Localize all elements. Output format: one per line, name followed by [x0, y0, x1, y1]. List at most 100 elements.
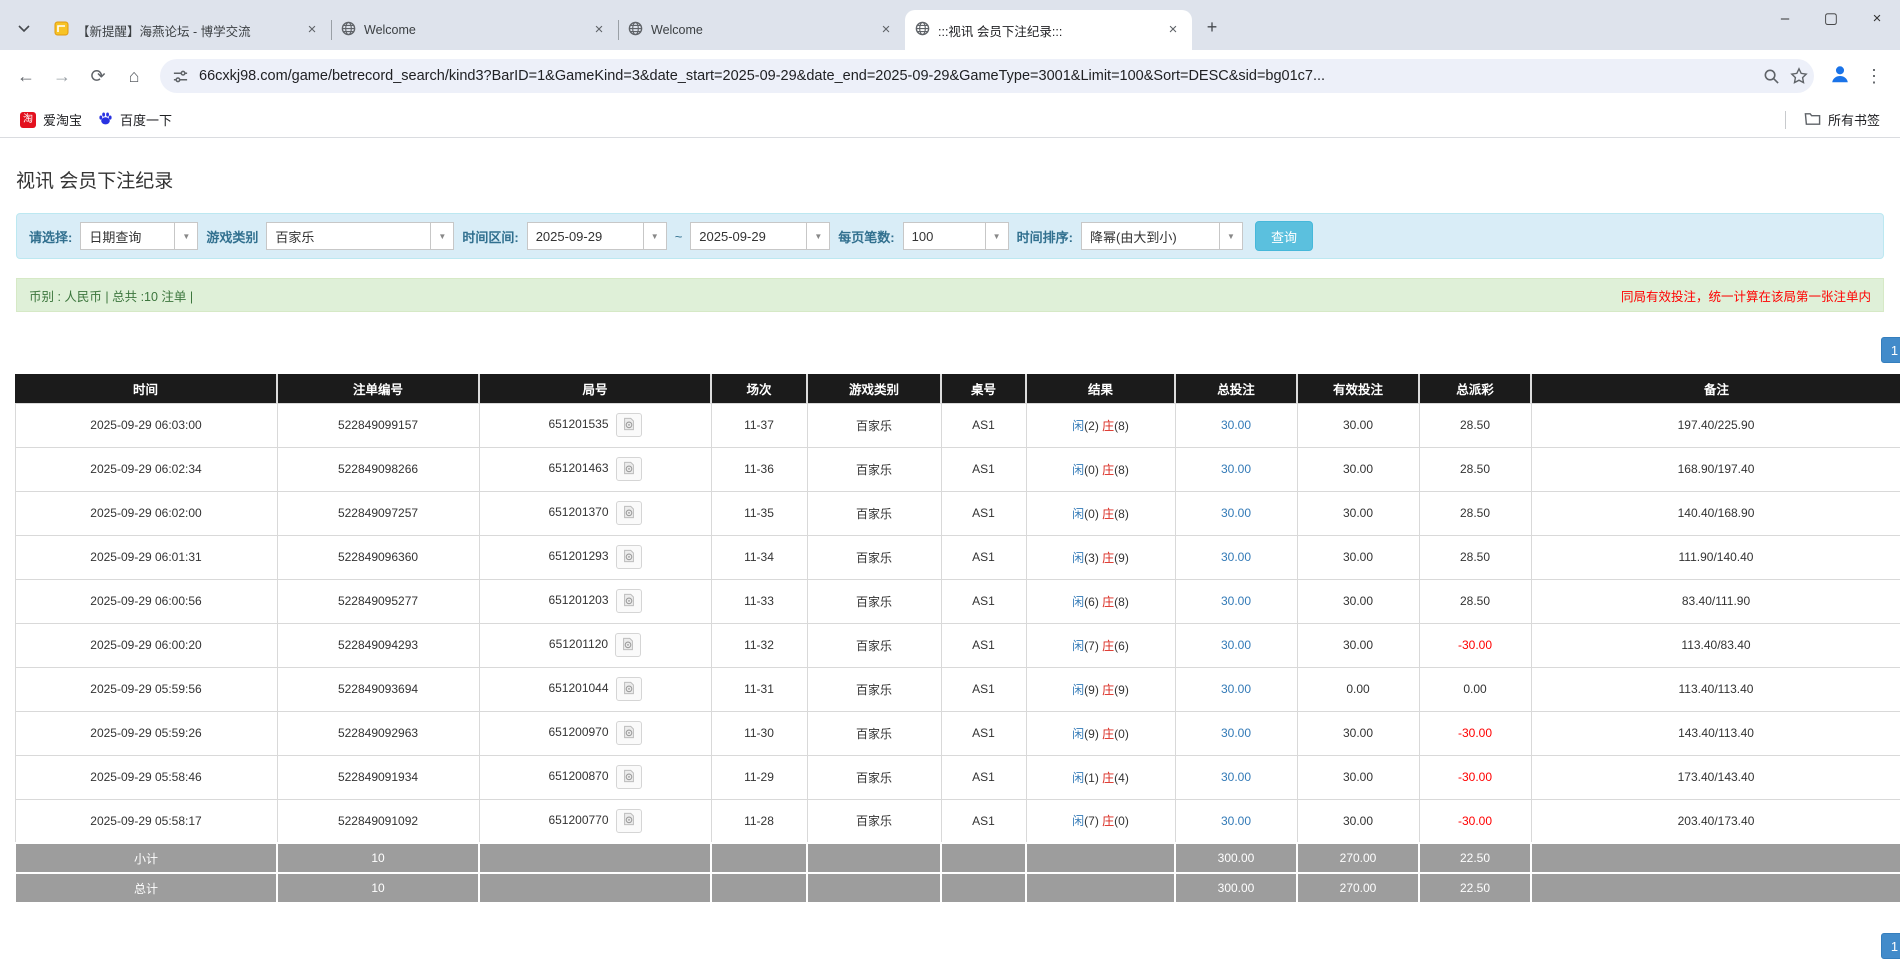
result-player-score: (7) [1084, 639, 1102, 653]
tab-close-icon[interactable]: × [590, 21, 608, 39]
total-bet-link[interactable]: 30.00 [1221, 462, 1251, 476]
total-bet-link[interactable]: 30.00 [1221, 638, 1251, 652]
profile-avatar[interactable] [1824, 60, 1856, 92]
date-start-select[interactable]: 2025-09-29 ▼ [527, 222, 667, 250]
result-banker-label: 庄 [1102, 507, 1114, 521]
chevron-down-icon[interactable]: ▼ [806, 223, 829, 249]
browser-tab-forum[interactable]: 【新提醒】海燕论坛 - 博学交流 × [44, 10, 331, 50]
total-bet-link[interactable]: 30.00 [1221, 682, 1251, 696]
cell-valid-bet: 30.00 [1297, 403, 1419, 447]
tab-search-chevron-icon[interactable] [10, 14, 38, 42]
browser-tab-welcome-2[interactable]: Welcome × [618, 10, 905, 50]
video-replay-icon[interactable] [616, 413, 642, 437]
window-minimize-icon[interactable]: – [1762, 0, 1808, 36]
globe-icon [915, 21, 930, 39]
reload-icon[interactable]: ⟳ [82, 60, 114, 92]
total-bet-link[interactable]: 30.00 [1221, 506, 1251, 520]
forward-icon[interactable]: → [46, 60, 78, 92]
total-bet-link[interactable]: 30.00 [1221, 594, 1251, 608]
game-type-select[interactable]: 百家乐 ▼ [266, 222, 454, 250]
new-tab-button[interactable]: + [1198, 13, 1226, 41]
cell-total-bet: 30.00 [1175, 403, 1297, 447]
summary-bar: 币别 : 人民币 | 总共 :10 注单 | 同局有效投注，统一计算在该局第一张… [16, 278, 1884, 312]
site-settings-tune-icon[interactable] [172, 68, 189, 85]
cell-result: 闲(1) 庄(4) [1026, 755, 1175, 799]
video-replay-icon[interactable] [616, 765, 642, 789]
chevron-down-icon[interactable]: ▼ [985, 223, 1008, 249]
taobao-icon: 淘 [20, 112, 36, 128]
result-player-label: 闲 [1072, 507, 1084, 521]
round-number: 651201203 [548, 593, 608, 607]
table-row: 2025-09-29 06:00:20522849094293651201120… [15, 623, 1900, 667]
window-maximize-icon[interactable]: ▢ [1808, 0, 1854, 36]
chevron-down-icon[interactable]: ▼ [174, 223, 197, 249]
result-player-score: (9) [1084, 683, 1102, 697]
video-replay-icon[interactable] [616, 809, 642, 833]
date-end-select[interactable]: 2025-09-29 ▼ [690, 222, 830, 250]
page-size-select[interactable]: 100 ▼ [903, 222, 1009, 250]
query-type-select[interactable]: 日期查询 ▼ [80, 222, 198, 250]
round-number: 651201120 [549, 637, 608, 651]
total-bet-link[interactable]: 30.00 [1221, 814, 1251, 828]
video-replay-icon[interactable] [616, 721, 642, 745]
chevron-down-icon[interactable]: ▼ [1219, 223, 1242, 249]
total-bet-link[interactable]: 30.00 [1221, 418, 1251, 432]
total-bet-link[interactable]: 30.00 [1221, 550, 1251, 564]
table-row: 2025-09-29 06:02:34522849098266651201463… [15, 447, 1900, 491]
bookmark-aitaobao[interactable]: 淘 爱淘宝 [12, 106, 90, 133]
payout-value: -30.00 [1458, 770, 1492, 784]
tab-close-icon[interactable]: × [303, 21, 321, 39]
tab-close-icon[interactable]: × [1164, 21, 1182, 39]
date-range-separator: ~ [675, 229, 683, 244]
cell-payout: -30.00 [1419, 711, 1531, 755]
round-number: 651200770 [548, 813, 608, 827]
table-header-row: 时间注单编号局号场次游戏类别桌号结果总投注有效投注总派彩备注 [15, 374, 1900, 403]
bookmark-label: 百度一下 [120, 110, 172, 129]
video-replay-icon[interactable] [616, 545, 642, 569]
video-replay-icon[interactable] [615, 633, 641, 657]
summary-cell: 270.00 [1297, 873, 1419, 903]
sort-select[interactable]: 降幂(由大到小) ▼ [1081, 222, 1243, 250]
result-player-label: 闲 [1072, 463, 1084, 477]
cell-payout: -30.00 [1419, 623, 1531, 667]
home-icon[interactable]: ⌂ [118, 60, 150, 92]
summary-cell [479, 873, 711, 903]
total-bet-link[interactable]: 30.00 [1221, 770, 1251, 784]
back-icon[interactable]: ← [10, 60, 42, 92]
video-replay-icon[interactable] [616, 677, 642, 701]
chevron-down-icon[interactable]: ▼ [430, 223, 453, 249]
result-player-score: (3) [1084, 551, 1102, 565]
select-type-label: 请选择: [29, 227, 72, 246]
result-banker-score: (8) [1114, 419, 1129, 433]
result-banker-label: 庄 [1102, 771, 1114, 785]
window-close-icon[interactable]: × [1854, 0, 1900, 36]
browser-tab-welcome-1[interactable]: Welcome × [331, 10, 618, 50]
video-replay-icon[interactable] [616, 589, 642, 613]
cell-bet-id: 522849099157 [277, 403, 479, 447]
video-replay-icon[interactable] [616, 457, 642, 481]
bookmark-baidu[interactable]: 百度一下 [90, 106, 180, 133]
browser-tab-betrecord-active[interactable]: :::视讯 会员下注纪录::: × [905, 10, 1192, 50]
video-replay-icon[interactable] [616, 501, 642, 525]
cell-bet-id: 522849091934 [277, 755, 479, 799]
total-bet-link[interactable]: 30.00 [1221, 726, 1251, 740]
chrome-menu-dots-icon[interactable]: ⋮ [1858, 60, 1890, 92]
window-controls: – ▢ × [1762, 0, 1900, 36]
page-1-button[interactable]: 1 [1881, 337, 1900, 363]
result-banker-score: (9) [1114, 551, 1129, 565]
zoom-magnifier-icon[interactable] [1763, 68, 1780, 85]
url-text[interactable]: 66cxkj98.com/game/betrecord_search/kind3… [199, 68, 1753, 84]
chevron-down-icon[interactable]: ▼ [643, 223, 666, 249]
address-bar[interactable]: 66cxkj98.com/game/betrecord_search/kind3… [160, 59, 1814, 93]
page-1-button[interactable]: 1 [1881, 933, 1900, 959]
cell-total-bet: 30.00 [1175, 579, 1297, 623]
all-bookmarks-button[interactable]: 所有书签 [1796, 106, 1888, 133]
tab-title: Welcome [364, 23, 582, 37]
cell-total-bet: 30.00 [1175, 755, 1297, 799]
bookmark-star-icon[interactable] [1790, 67, 1808, 85]
tab-close-icon[interactable]: × [877, 21, 895, 39]
summary-cell [1531, 843, 1900, 873]
cell-session: 11-31 [711, 667, 807, 711]
search-button[interactable]: 查询 [1255, 221, 1313, 251]
total-row: 总计10300.00270.0022.50 [15, 873, 1900, 903]
